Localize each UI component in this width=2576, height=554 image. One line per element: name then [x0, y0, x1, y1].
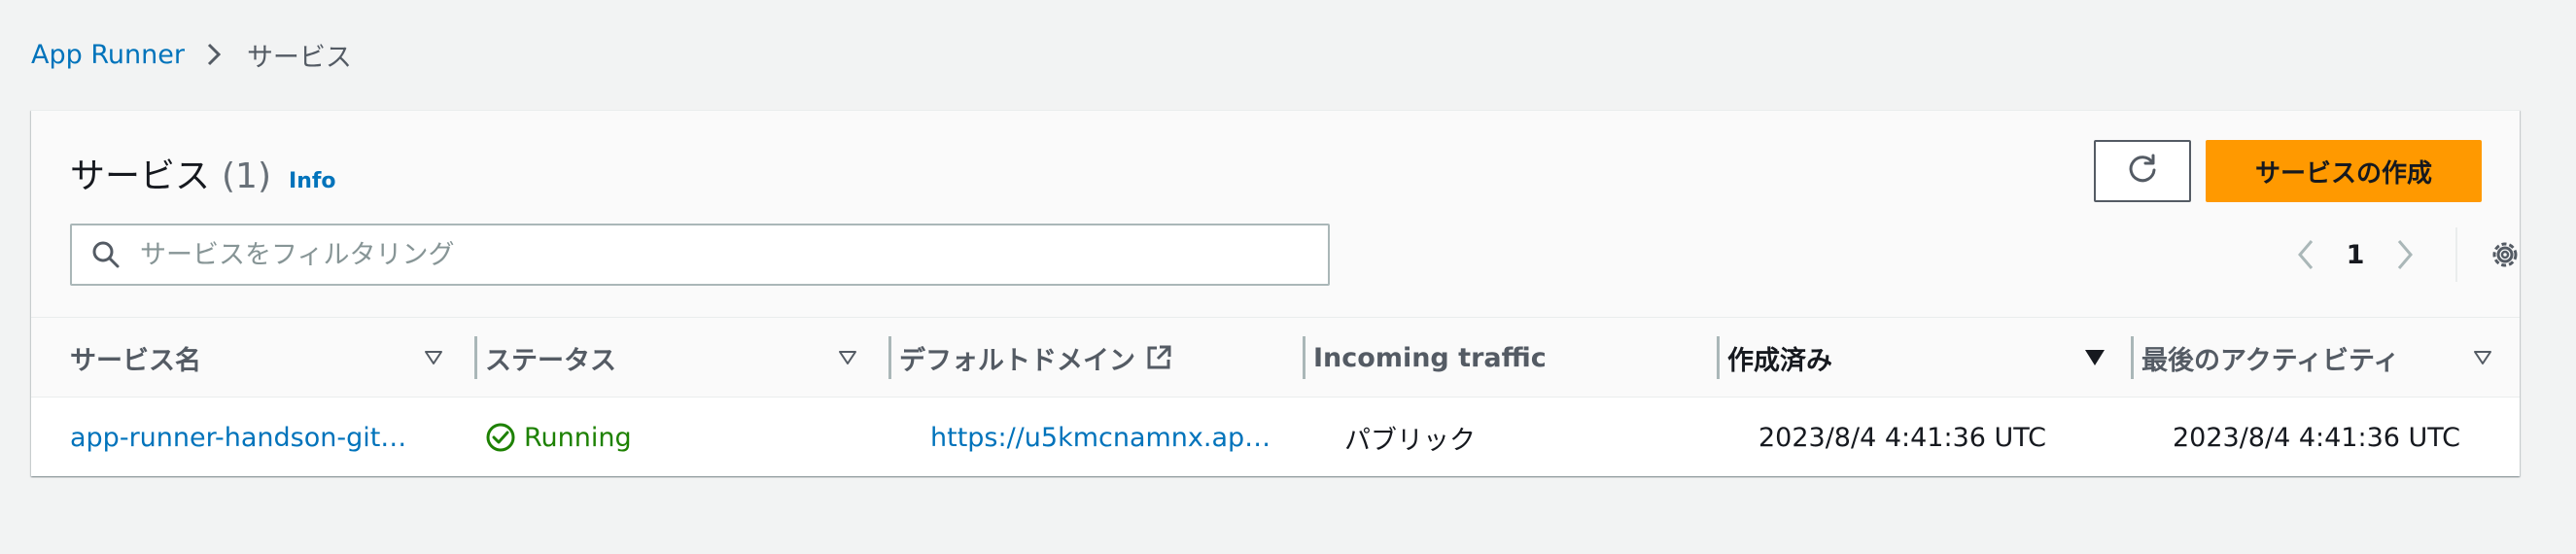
panel-header: サービス (1) Info サービスの作成 サービスをフィルタリング 1 — [31, 111, 2520, 318]
external-link-icon — [1145, 344, 1172, 371]
filter-services-input[interactable] — [140, 225, 1328, 284]
column-header-incoming-traffic: Incoming traffic — [1313, 342, 1547, 373]
created-cell: 2023/8/4 4:41:36 UTC — [1758, 422, 2047, 453]
services-table-container: サービス (1) Info サービスの作成 サービスをフィルタリング 1 サービ… — [31, 110, 2520, 476]
refresh-icon — [2126, 153, 2159, 190]
pagination: 1 — [2277, 224, 2529, 286]
settings-gear-icon[interactable] — [2481, 230, 2529, 279]
last-activity-cell: 2023/8/4 4:41:36 UTC — [2173, 422, 2461, 453]
chevron-right-icon[interactable] — [2376, 225, 2434, 284]
column-resizer[interactable] — [1717, 336, 1720, 379]
pager-divider — [2455, 227, 2457, 282]
column-resizer[interactable] — [474, 336, 477, 379]
breadcrumb-current: サービス — [246, 42, 352, 73]
column-resizer[interactable] — [1303, 336, 1305, 379]
chevron-right-icon — [206, 42, 222, 67]
info-link[interactable]: Info — [289, 169, 336, 193]
default-domain-link[interactable]: https://u5kmcnamnx.ap… — [930, 398, 1300, 476]
chevron-left-icon[interactable] — [2277, 225, 2335, 284]
column-resizer[interactable] — [888, 336, 891, 379]
search-icon — [72, 239, 140, 270]
panel-title: サービス — [70, 156, 211, 196]
column-header-service-name[interactable]: サービス名 — [70, 318, 201, 398]
table-row: app-runner-handson-git… Running https://… — [31, 398, 2520, 476]
column-resizer[interactable] — [2131, 336, 2134, 379]
sort-caret-icon[interactable] — [838, 318, 857, 398]
panel-title-row: サービス (1) Info — [70, 148, 336, 196]
service-name-link[interactable]: app-runner-handson-git… — [70, 398, 449, 476]
sort-caret-icon[interactable] — [2084, 318, 2106, 398]
sort-caret-icon[interactable] — [424, 318, 443, 398]
breadcrumb-app-runner-link[interactable]: App Runner — [31, 40, 185, 70]
filter-search-box — [70, 224, 1330, 286]
breadcrumb: App Runner サービス — [31, 33, 352, 76]
status-cell: Running — [485, 398, 632, 476]
incoming-traffic-cell: パブリック — [1344, 425, 1476, 456]
refresh-button[interactable] — [2094, 140, 2191, 202]
column-header-default-domain: デフォルトドメイン — [899, 318, 1172, 398]
sort-caret-icon[interactable] — [2473, 318, 2492, 398]
create-service-button[interactable]: サービスの作成 — [2206, 140, 2482, 202]
column-header-last-activity[interactable]: 最後のアクティビティ — [2141, 318, 2399, 398]
page-number-1[interactable]: 1 — [2335, 240, 2376, 270]
table-header-row: サービス名 ステータス デフォルトドメイン Incoming traffic 作… — [31, 318, 2520, 398]
column-header-default-domain-label: デフォルトドメイン — [899, 345, 1135, 376]
status-text: Running — [524, 422, 632, 453]
service-count: (1) — [222, 156, 272, 196]
column-header-status[interactable]: ステータス — [485, 318, 616, 398]
status-check-icon — [486, 423, 515, 452]
column-header-created[interactable]: 作成済み — [1727, 318, 1832, 398]
